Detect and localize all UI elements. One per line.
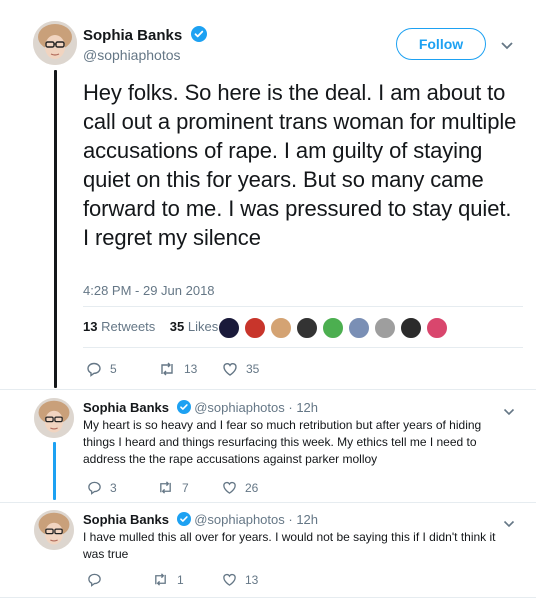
verified-badge-icon	[176, 512, 191, 529]
retweet-action[interactable]: 13	[158, 361, 197, 377]
liker-avatar[interactable]	[244, 317, 266, 339]
retweet-icon	[161, 362, 173, 376]
like-action[interactable]: 35	[222, 361, 259, 377]
divider	[83, 347, 523, 348]
like-action[interactable]: 26	[222, 480, 258, 495]
divider	[0, 389, 536, 390]
retweet-action[interactable]: 1	[152, 572, 184, 587]
retweets-stat[interactable]: 13 Retweets	[83, 319, 155, 334]
retweet-action[interactable]: 7	[157, 480, 189, 495]
divider	[83, 306, 523, 307]
reply-header: Sophia Banks @sophiaphotos · 12h	[83, 400, 318, 417]
reply-header: Sophia Banks @sophiaphotos · 12h	[83, 512, 318, 529]
like-icon	[223, 363, 237, 376]
reply-time[interactable]: · 12h	[288, 400, 318, 415]
tweet-text: Hey folks. So here is the deal. I am abo…	[83, 80, 517, 250]
liker-avatar[interactable]	[426, 317, 448, 339]
liker-avatar[interactable]	[218, 317, 240, 339]
reply-time[interactable]: · 12h	[288, 512, 318, 527]
thread-line-blue	[53, 442, 56, 500]
author-handle[interactable]: @sophiaphotos	[83, 47, 181, 63]
like-icon	[223, 573, 236, 586]
reply-author-name[interactable]: Sophia Banks	[83, 512, 169, 527]
liker-avatar[interactable]	[322, 317, 344, 339]
reply-author-name[interactable]: Sophia Banks	[83, 400, 169, 415]
chevron-down-icon[interactable]	[503, 403, 515, 421]
thread-line-dark	[54, 70, 57, 388]
liker-avatar[interactable]	[296, 317, 318, 339]
main-avatar[interactable]	[33, 21, 77, 65]
reply-avatar[interactable]	[34, 398, 74, 438]
chevron-down-icon[interactable]	[500, 38, 514, 56]
chevron-down-icon[interactable]	[503, 515, 515, 533]
follow-button[interactable]: Follow	[396, 28, 486, 60]
reply-action[interactable]	[87, 572, 110, 587]
reply-icon	[88, 481, 101, 495]
likes-stat[interactable]: 35 Likes	[170, 319, 218, 334]
reply-avatar[interactable]	[34, 510, 74, 550]
verified-badge-icon	[176, 400, 191, 417]
like-icon	[223, 481, 236, 494]
reply-handle[interactable]: @sophiaphotos	[194, 400, 285, 415]
reply-action[interactable]: 3	[87, 480, 117, 495]
liker-avatar[interactable]	[348, 317, 370, 339]
liker-avatar[interactable]	[400, 317, 422, 339]
tweet-stats: 13 Retweets 35 Likes	[83, 319, 218, 334]
liker-avatar[interactable]	[374, 317, 396, 339]
reply-icon	[88, 573, 101, 587]
reply-text: My heart is so heavy and I fear so much …	[83, 418, 482, 466]
like-action[interactable]: 13	[222, 572, 258, 587]
reply-icon	[87, 362, 101, 377]
liker-avatar[interactable]	[270, 317, 292, 339]
retweet-icon	[160, 481, 171, 494]
main-author[interactable]: Sophia Banks	[83, 26, 207, 47]
tweet-timestamp[interactable]: 4:28 PM - 29 Jun 2018	[83, 283, 215, 298]
verified-badge-icon	[190, 26, 207, 47]
divider	[0, 502, 536, 503]
divider	[0, 597, 536, 598]
retweet-icon	[155, 573, 166, 586]
reply-action[interactable]: 5	[86, 361, 117, 377]
reply-text: I have mulled this all over for years. I…	[83, 530, 496, 561]
reply-handle[interactable]: @sophiaphotos	[194, 512, 285, 527]
author-name[interactable]: Sophia Banks	[83, 27, 182, 44]
